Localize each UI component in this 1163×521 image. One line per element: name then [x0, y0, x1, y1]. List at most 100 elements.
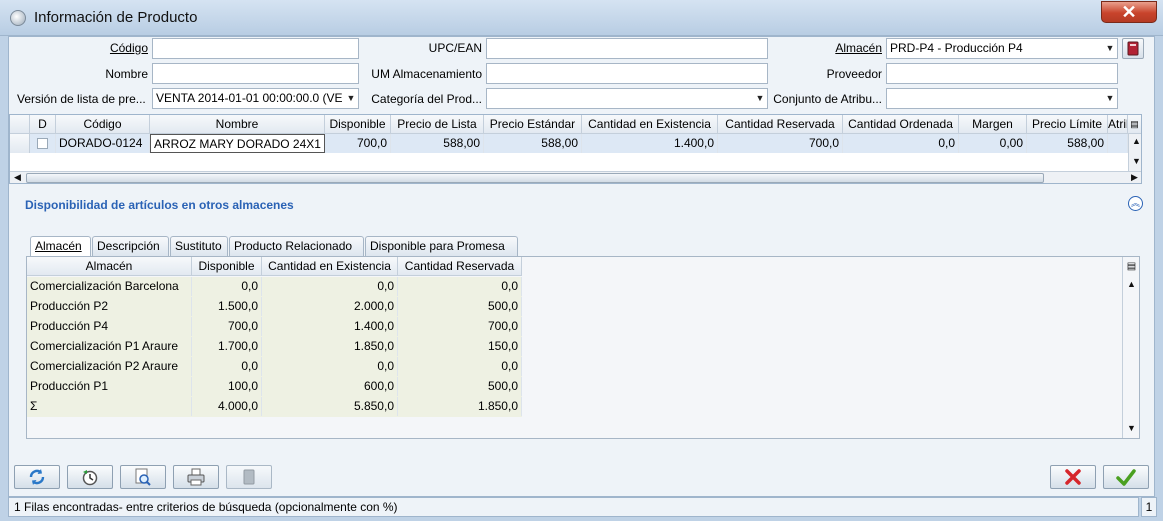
scroll-up-icon[interactable]: ▲ — [1124, 277, 1139, 292]
chevron-down-icon: ▼ — [755, 93, 765, 103]
almacen-info-button[interactable] — [1122, 38, 1144, 59]
categoria-select[interactable]: ▼ — [486, 88, 768, 109]
title-bar: Información de Producto ✕ — [0, 0, 1163, 36]
proveedor-label: Proveedor — [826, 67, 882, 81]
column-chooser-icon[interactable]: ▤ — [1124, 259, 1139, 274]
print-button[interactable] — [173, 465, 219, 489]
section-title: Disponibilidad de artículos en otros alm… — [25, 198, 294, 212]
table-cell: Producción P2 — [27, 297, 192, 316]
file-icon — [243, 469, 255, 485]
checkbox[interactable] — [30, 134, 56, 153]
column-header[interactable]: Precio de Lista — [391, 115, 484, 134]
column-header[interactable]: D — [30, 115, 56, 134]
scroll-left-icon[interactable]: ◀ — [10, 171, 25, 183]
scroll-down-icon[interactable]: ▼ — [1129, 154, 1141, 169]
history-button[interactable] — [67, 465, 113, 489]
scroll-down-icon[interactable]: ▼ — [1124, 421, 1139, 436]
column-header[interactable]: Atribu — [1108, 115, 1128, 134]
product-table: D Código Nombre Disponible Precio de Lis… — [9, 114, 1142, 184]
cancel-icon — [1065, 469, 1081, 485]
proveedor-field[interactable] — [886, 63, 1118, 84]
close-button[interactable]: ✕ — [1101, 1, 1157, 23]
tab-descripcion[interactable]: Descripción — [92, 236, 169, 256]
scroll-up-icon[interactable]: ▲ — [1129, 134, 1141, 149]
table-cell: 0,0 — [843, 134, 959, 153]
scroll-right-icon[interactable]: ▶ — [1127, 171, 1141, 183]
table-row[interactable]: Comercialización Barcelona 0,0 0,0 0,0 — [27, 277, 522, 297]
column-header[interactable]: Margen — [959, 115, 1027, 134]
um-field[interactable] — [486, 63, 768, 84]
cancel-button[interactable] — [1050, 465, 1096, 489]
column-header[interactable]: Cantidad Ordenada — [843, 115, 959, 134]
attachment-button[interactable] — [226, 465, 272, 489]
almacen-select-value: PRD-P4 - Producción P4 — [890, 41, 1023, 55]
conjunto-label: Conjunto de Atribu... — [773, 92, 882, 106]
table-cell: Σ — [27, 397, 192, 416]
column-header[interactable]: Cantidad Reservada — [718, 115, 843, 134]
app-icon — [10, 10, 26, 26]
column-header[interactable]: Disponible — [325, 115, 391, 134]
nombre-field[interactable] — [152, 63, 359, 84]
almacen-select[interactable]: PRD-P4 - Producción P4 ▼ — [886, 38, 1118, 59]
refresh-button[interactable] — [14, 465, 60, 489]
codigo-field[interactable] — [152, 38, 359, 59]
table-row[interactable]: Producción P2 1.500,0 2.000,0 500,0 — [27, 297, 522, 317]
table-cell: 150,0 — [398, 337, 522, 356]
ok-button[interactable] — [1103, 465, 1149, 489]
table-row[interactable]: Comercialización P2 Araure 0,0 0,0 0,0 — [27, 357, 522, 377]
table-cell: 700,0 — [398, 317, 522, 336]
table-cell: 4.000,0 — [192, 397, 262, 416]
table-cell: 0,0 — [398, 277, 522, 296]
vertical-scrollbar[interactable]: ▲ ▼ — [1128, 134, 1141, 171]
table-cell: DORADO-0124 — [56, 134, 150, 153]
column-header[interactable]: Almacén — [27, 257, 192, 276]
column-header[interactable]: Disponible — [192, 257, 262, 276]
table-cell: 500,0 — [398, 377, 522, 396]
column-header[interactable]: Nombre — [150, 115, 325, 134]
column-header[interactable]: Cantidad en Existencia — [262, 257, 398, 276]
column-header[interactable]: Código — [56, 115, 150, 134]
table-row[interactable]: Producción P1 100,0 600,0 500,0 — [27, 377, 522, 397]
tab-disponible-promesa[interactable]: Disponible para Promesa — [365, 236, 518, 256]
table-row[interactable]: Comercialización P1 Araure 1.700,0 1.850… — [27, 337, 522, 357]
version-select[interactable]: VENTA 2014-01-01 00:00:00.0 (VE ▼ — [152, 88, 359, 109]
zoom-icon — [135, 468, 151, 486]
table-cell: Comercialización P1 Araure — [27, 337, 192, 356]
column-chooser-icon[interactable]: ▤ — [1128, 115, 1141, 134]
horizontal-scrollbar[interactable]: ◀ ▶ — [10, 171, 1141, 183]
codigo-label: Código — [109, 41, 148, 55]
collapse-icon[interactable]: ︽ — [1128, 196, 1143, 211]
almacen-label: Almacén — [835, 41, 882, 55]
table-row[interactable]: Producción P4 700,0 1.400,0 700,0 — [27, 317, 522, 337]
row-selector[interactable] — [10, 134, 30, 153]
categoria-label: Categoría del Prod... — [371, 92, 482, 106]
tab-almacen[interactable]: Almacén — [30, 236, 91, 257]
upc-field[interactable] — [486, 38, 768, 59]
column-header[interactable]: Precio Estándar — [484, 115, 582, 134]
table-cell: 1.400,0 — [262, 317, 398, 336]
table-cell: Comercialización Barcelona — [27, 277, 192, 296]
column-header[interactable]: Cantidad Reservada — [398, 257, 522, 276]
table-cell: 0,0 — [262, 357, 398, 376]
zoom-button[interactable] — [120, 465, 166, 489]
column-header[interactable]: Cantidad en Existencia — [582, 115, 718, 134]
table-cell: 1.500,0 — [192, 297, 262, 316]
book-icon — [1127, 41, 1139, 56]
table-row[interactable]: DORADO-0124 ARROZ MARY DORADO 24X1 700,0… — [10, 134, 1128, 153]
table-cell: 1.850,0 — [262, 337, 398, 356]
scroll-thumb[interactable] — [26, 173, 1044, 183]
conjunto-select[interactable]: ▼ — [886, 88, 1118, 109]
table-cell: 0,0 — [262, 277, 398, 296]
vertical-scrollbar[interactable]: ▤ ▲ ▼ — [1122, 257, 1139, 438]
column-header[interactable]: Precio Límite — [1027, 115, 1108, 134]
check-icon — [1116, 469, 1136, 486]
chevron-down-icon: ▼ — [1105, 43, 1115, 53]
printer-icon — [187, 468, 205, 486]
table-cell[interactable]: ARROZ MARY DORADO 24X1 — [150, 134, 325, 153]
table-cell: 0,0 — [398, 357, 522, 376]
table-cell: 500,0 — [398, 297, 522, 316]
version-label: Versión de lista de pre... — [17, 92, 146, 106]
tab-sustituto[interactable]: Sustituto — [170, 236, 228, 256]
availability-table: Almacén Disponible Cantidad en Existenci… — [26, 256, 1140, 439]
tab-producto-relacionado[interactable]: Producto Relacionado — [229, 236, 364, 256]
